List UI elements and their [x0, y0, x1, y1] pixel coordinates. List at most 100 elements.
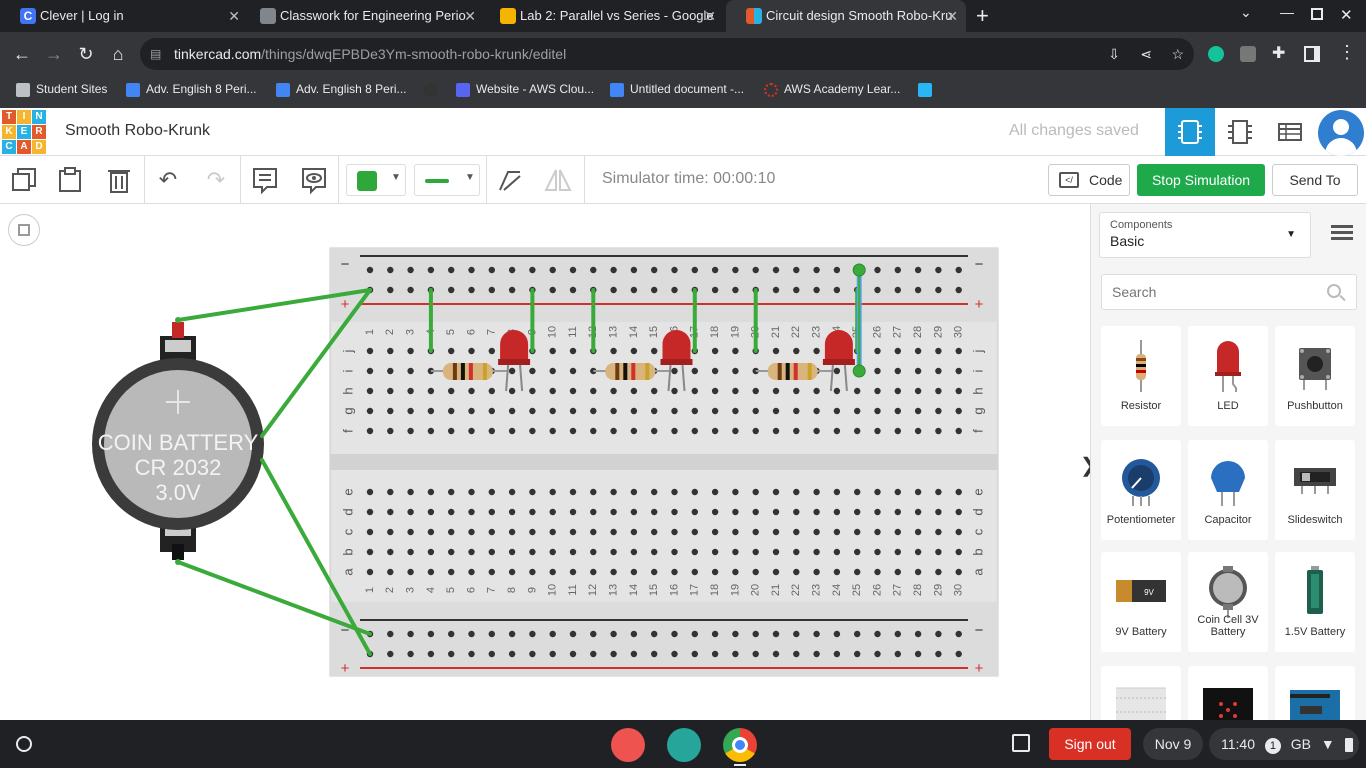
component-resistor[interactable]: Resistor	[1101, 326, 1181, 426]
canvas-app-icon[interactable]	[611, 728, 645, 762]
hole	[711, 407, 719, 415]
workplane[interactable]: −−++−−++11223344556677889910101111121213…	[0, 204, 1097, 720]
component-coin-cell[interactable]: Coin Cell 3V Battery	[1188, 552, 1268, 652]
tab-classwork[interactable]: Classwork for Engineering Perio ✕	[240, 0, 488, 32]
bookmark-aws-academy[interactable]: AWS Academy Lear...	[764, 76, 900, 108]
minimize-icon[interactable]: —	[1280, 4, 1294, 20]
date-tray[interactable]: Nov 9	[1143, 728, 1203, 760]
components-dropdown[interactable]: Components Basic ▼	[1099, 212, 1311, 258]
reload-icon[interactable]: ↻	[74, 42, 98, 66]
rail-hole	[508, 266, 516, 274]
hole	[772, 427, 780, 435]
component-microbit[interactable]	[1188, 666, 1268, 720]
maximize-icon[interactable]	[1311, 8, 1323, 20]
hole	[772, 387, 780, 395]
site-info-icon[interactable]: ▤	[150, 38, 161, 70]
hole	[671, 528, 678, 536]
rail-hole	[569, 650, 577, 658]
bookmark-untitled-doc[interactable]: Untitled document -...	[610, 76, 744, 108]
grammarly-icon[interactable]	[1208, 46, 1224, 62]
tab-title: Circuit design Smooth Robo-Kru	[766, 8, 953, 23]
hole	[508, 488, 516, 496]
home-icon[interactable]: ⌂	[106, 42, 130, 66]
hole	[854, 528, 861, 536]
undo-icon[interactable]: ↶	[152, 164, 184, 196]
tinkercad-logo[interactable]: T I N K E R C A D	[2, 110, 46, 154]
notes-icon[interactable]	[249, 164, 281, 196]
close-icon[interactable]: ✕	[704, 0, 716, 32]
code-button[interactable]: </ Code	[1048, 164, 1130, 196]
wire-endpoint-handle	[852, 263, 866, 277]
component-aa-battery[interactable]: 1.5V Battery	[1275, 552, 1355, 652]
close-icon[interactable]: ✕	[228, 0, 240, 32]
tab-circuit-design[interactable]: Circuit design Smooth Robo-Kru ✕	[726, 0, 966, 32]
list-view-toggle-icon[interactable]	[1331, 222, 1353, 244]
bookmark-adv-english-2[interactable]: Adv. English 8 Peri...	[276, 76, 407, 108]
close-window-icon[interactable]: ✕	[1340, 6, 1353, 24]
bookmark-star-icon[interactable]: ☆	[1171, 38, 1184, 70]
paste-icon[interactable]	[54, 164, 86, 196]
bookmark-student-sites[interactable]: Student Sites	[16, 76, 107, 108]
component-arduino[interactable]	[1275, 666, 1355, 720]
new-tab-button[interactable]: +	[976, 2, 989, 30]
tab-clever[interactable]: C Clever | Log in ✕	[0, 0, 248, 32]
close-icon[interactable]: ✕	[946, 0, 958, 32]
holding-space-icon[interactable]	[1012, 734, 1030, 752]
rail-hole	[508, 650, 516, 658]
component-led[interactable]: LED	[1188, 326, 1268, 426]
component-search-input[interactable]	[1101, 274, 1357, 310]
tab-search-icon[interactable]: ⌄	[1240, 4, 1252, 21]
bookmark-adv-english-1[interactable]: Adv. English 8 Peri...	[126, 76, 257, 108]
component-slideswitch[interactable]: Slideswitch	[1275, 440, 1355, 540]
stop-simulation-button[interactable]: Stop Simulation	[1137, 164, 1265, 196]
url-bar[interactable]: ▤ tinkercad.com/things/dwqEPBDe3Ym-smoot…	[140, 38, 1194, 70]
rail-hole	[427, 630, 435, 638]
share-icon[interactable]: ⋖	[1140, 38, 1152, 70]
flip-icon[interactable]	[542, 164, 574, 196]
rotate-icon[interactable]	[494, 164, 526, 196]
launcher-icon[interactable]	[16, 736, 32, 752]
status-tray[interactable]: 11:40 1 GB ▼	[1209, 728, 1359, 760]
notes-visibility-icon[interactable]	[298, 164, 330, 196]
circuit-view-button[interactable]	[1165, 108, 1215, 156]
hole	[569, 548, 577, 556]
send-to-button[interactable]: Send To	[1272, 164, 1358, 196]
color-picker[interactable]: ▼	[346, 164, 406, 196]
delete-icon[interactable]	[103, 164, 135, 196]
install-icon[interactable]: ⇩	[1108, 38, 1120, 70]
puzzle-icon[interactable]: ✚	[1272, 43, 1285, 63]
column-number: 22	[790, 584, 802, 596]
hole	[914, 568, 922, 576]
hole	[914, 407, 922, 415]
coin-battery[interactable]: COIN BATTERYCR 20323.0V	[92, 322, 264, 560]
redo-icon[interactable]: ↷	[200, 164, 232, 196]
close-icon[interactable]: ✕	[464, 0, 476, 32]
side-panel-icon[interactable]	[1304, 46, 1320, 62]
bookmark-github[interactable]	[424, 76, 444, 108]
design-title[interactable]: Smooth Robo-Krunk	[65, 122, 210, 140]
extension-icon[interactable]	[1240, 46, 1256, 62]
menu-icon[interactable]: ⋮	[1338, 42, 1356, 63]
wire-type-picker[interactable]: ▼	[414, 164, 480, 196]
hole	[813, 508, 820, 516]
component-potentiometer[interactable]: Potentiometer	[1101, 440, 1181, 540]
avatar[interactable]	[1318, 110, 1364, 156]
component-list-button[interactable]	[1265, 108, 1315, 156]
hole	[711, 568, 719, 576]
led-rim	[822, 359, 855, 365]
column-number: 14	[628, 584, 640, 596]
chrome-app-icon[interactable]	[723, 728, 757, 762]
copy-icon[interactable]	[8, 164, 40, 196]
component-pushbutton[interactable]: Pushbutton	[1275, 326, 1355, 426]
schematic-view-button[interactable]	[1215, 108, 1265, 156]
classroom-app-icon[interactable]	[667, 728, 701, 762]
sign-out-button[interactable]: Sign out	[1049, 728, 1131, 760]
component-capacitor[interactable]: Capacitor	[1188, 440, 1268, 540]
bookmark-aws-cloud[interactable]: Website - AWS Clou...	[456, 76, 594, 108]
back-icon[interactable]: ←	[10, 42, 34, 66]
bookmark-extension[interactable]	[918, 76, 938, 108]
component-breadboard[interactable]	[1101, 666, 1181, 720]
forward-icon[interactable]: →	[42, 42, 66, 66]
tab-lab2[interactable]: Lab 2: Parallel vs Series - Google ✕	[480, 0, 728, 32]
component-9v-battery[interactable]: 9V 9V Battery	[1101, 552, 1181, 652]
